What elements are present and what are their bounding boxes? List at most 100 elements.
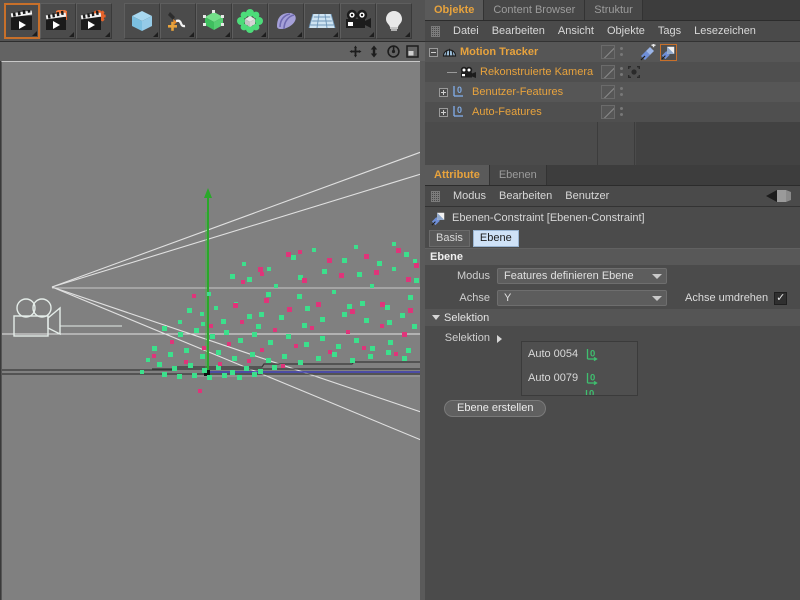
zoom-view-icon[interactable] xyxy=(367,45,381,59)
motion-tracker-icon xyxy=(442,45,457,59)
visibility-toggle-cell[interactable] xyxy=(601,85,615,99)
achse-umdrehen-label: Achse umdrehen xyxy=(685,292,769,304)
attribute-object-title: Ebenen-Constraint [Ebenen-Constraint] xyxy=(452,212,645,224)
tab-objekte[interactable]: Objekte xyxy=(425,0,485,20)
axis-zero-icon: 0 xyxy=(586,372,599,385)
axis-zero-icon: 0 xyxy=(585,390,598,395)
subtab-ebene[interactable]: Ebene xyxy=(472,230,519,247)
tab-content-browser[interactable]: Content Browser xyxy=(484,0,586,20)
selektion-section-header[interactable]: Selektion xyxy=(425,309,800,326)
render-settings-button[interactable] xyxy=(76,2,112,39)
field-row-modus: Modus Features definieren Ebene xyxy=(425,265,800,287)
menu-datei[interactable]: Datei xyxy=(453,25,479,37)
visibility-dots-icon[interactable] xyxy=(620,87,623,99)
tracker-target-icon[interactable] xyxy=(628,66,640,81)
tree-item-label: Auto-Features xyxy=(472,106,542,118)
tree-item-label: Rekonstruierte Kamera xyxy=(480,66,594,78)
achse-umdrehen-row[interactable]: Achse umdrehen ✓ xyxy=(685,291,788,305)
menu-benutzer[interactable]: Benutzer xyxy=(565,190,609,202)
button-corner-marker xyxy=(405,31,410,37)
object-manager: Objekte Content Browser Struktur Datei B… xyxy=(425,0,800,165)
render-region-button[interactable] xyxy=(40,2,76,39)
svg-text:0: 0 xyxy=(457,85,462,95)
list-item[interactable]: Auto 0054 0 xyxy=(522,342,637,366)
selektion-list[interactable]: Auto 0054 0 Auto 0079 0 0 xyxy=(521,341,638,396)
list-item-partial[interactable]: 0 xyxy=(522,390,637,395)
button-corner-marker xyxy=(189,31,194,37)
add-constraint-tag-icon[interactable] xyxy=(639,43,656,61)
tree-item-rekonstruierte-kamera[interactable]: Rekonstruierte Kamera xyxy=(425,62,800,82)
maximize-view-icon[interactable] xyxy=(405,45,419,59)
expander-plus-icon[interactable] xyxy=(439,107,448,117)
tab-ebenen[interactable]: Ebenen xyxy=(489,165,547,185)
achse-umdrehen-checkbox[interactable]: ✓ xyxy=(774,291,788,305)
camera-button[interactable] xyxy=(340,2,376,39)
spline-pen-button[interactable] xyxy=(160,2,196,39)
modus-dropdown-value: Features definieren Ebene xyxy=(504,270,634,282)
selektion-field-label: Selektion xyxy=(444,332,490,344)
object-tree: Motion Tracker Rekonstruierte Kamera 0 B… xyxy=(425,42,800,165)
light-bulb-button[interactable] xyxy=(376,2,412,39)
object-manager-tabbar: Objekte Content Browser Struktur xyxy=(425,0,800,21)
tree-item-motion-tracker[interactable]: Motion Tracker xyxy=(425,42,800,62)
tree-item-benutzer-features[interactable]: 0 Benutzer-Features xyxy=(425,82,800,102)
menu-grip-icon[interactable] xyxy=(431,190,440,202)
object-manager-menubar: Datei Bearbeiten Ansicht Objekte Tags Le… xyxy=(425,21,800,42)
ebenen-constraint-tag-icon[interactable] xyxy=(660,44,677,61)
cube-primitive-button[interactable] xyxy=(124,2,160,39)
menu-tags[interactable]: Tags xyxy=(658,25,681,37)
move-view-icon[interactable] xyxy=(348,45,362,59)
menu-bearbeiten[interactable]: Bearbeiten xyxy=(499,190,552,202)
visibility-toggle-cell[interactable] xyxy=(601,45,615,59)
features-axis-icon: 0 xyxy=(452,105,469,119)
navigate-back-icon[interactable] xyxy=(766,189,792,206)
menu-grip-icon[interactable] xyxy=(431,25,440,37)
attribute-empty-area xyxy=(425,418,800,600)
floor-grid-button[interactable] xyxy=(304,2,340,39)
subtab-basis[interactable]: Basis xyxy=(429,230,470,247)
button-corner-marker xyxy=(261,31,266,37)
expander-plus-icon[interactable] xyxy=(439,87,448,97)
field-label-modus: Modus xyxy=(456,270,490,282)
visibility-toggle-cell[interactable] xyxy=(601,105,615,119)
tree-connector-line xyxy=(447,71,457,73)
array-button[interactable] xyxy=(232,2,268,39)
menu-modus[interactable]: Modus xyxy=(453,190,486,202)
chevron-down-icon xyxy=(652,273,662,279)
visibility-toggle-cell[interactable] xyxy=(601,65,615,79)
green-cube-button[interactable] xyxy=(196,2,232,39)
checkmark-icon: ✓ xyxy=(776,291,786,304)
menu-ansicht[interactable]: Ansicht xyxy=(558,25,594,37)
tab-struktur[interactable]: Struktur xyxy=(585,0,643,20)
modus-dropdown[interactable]: Features definieren Ebene xyxy=(497,268,667,284)
menu-objekte[interactable]: Objekte xyxy=(607,25,645,37)
ebene-erstellen-button[interactable]: Ebene erstellen xyxy=(444,399,547,417)
tab-attribute[interactable]: Attribute xyxy=(425,165,490,185)
attribute-subtabs: Basis Ebene xyxy=(425,229,800,248)
toolbar-separator xyxy=(112,2,120,40)
menu-bearbeiten[interactable]: Bearbeiten xyxy=(492,25,545,37)
attribute-manager-menubar: Modus Bearbeiten Benutzer xyxy=(425,186,800,207)
visibility-dots-icon[interactable] xyxy=(620,47,623,59)
viewport-canvas[interactable] xyxy=(1,61,420,600)
svg-text:0: 0 xyxy=(457,105,462,115)
camera-small-icon xyxy=(460,66,477,79)
tree-item-auto-features[interactable]: 0 Auto-Features xyxy=(425,102,800,122)
tree-item-label: Motion Tracker xyxy=(460,46,539,58)
toolbar-group-primitives xyxy=(124,2,412,40)
button-corner-marker xyxy=(153,31,158,37)
visibility-dots-icon[interactable] xyxy=(620,67,623,79)
rotate-view-icon[interactable] xyxy=(386,45,400,59)
expander-minus-icon[interactable] xyxy=(429,47,438,57)
render-view-button[interactable] xyxy=(4,2,40,39)
list-item[interactable]: Auto 0079 0 xyxy=(522,366,637,390)
button-corner-marker xyxy=(369,31,374,37)
button-corner-marker xyxy=(297,31,302,37)
bend-deformer-button[interactable] xyxy=(268,2,304,39)
button-corner-marker xyxy=(32,30,37,36)
chevron-right-icon[interactable] xyxy=(497,335,502,343)
ebenen-constraint-tag-icon xyxy=(430,211,447,226)
visibility-dots-icon[interactable] xyxy=(620,107,623,119)
achse-dropdown[interactable]: Y xyxy=(497,290,667,306)
menu-lesezeichen[interactable]: Lesezeichen xyxy=(694,25,756,37)
